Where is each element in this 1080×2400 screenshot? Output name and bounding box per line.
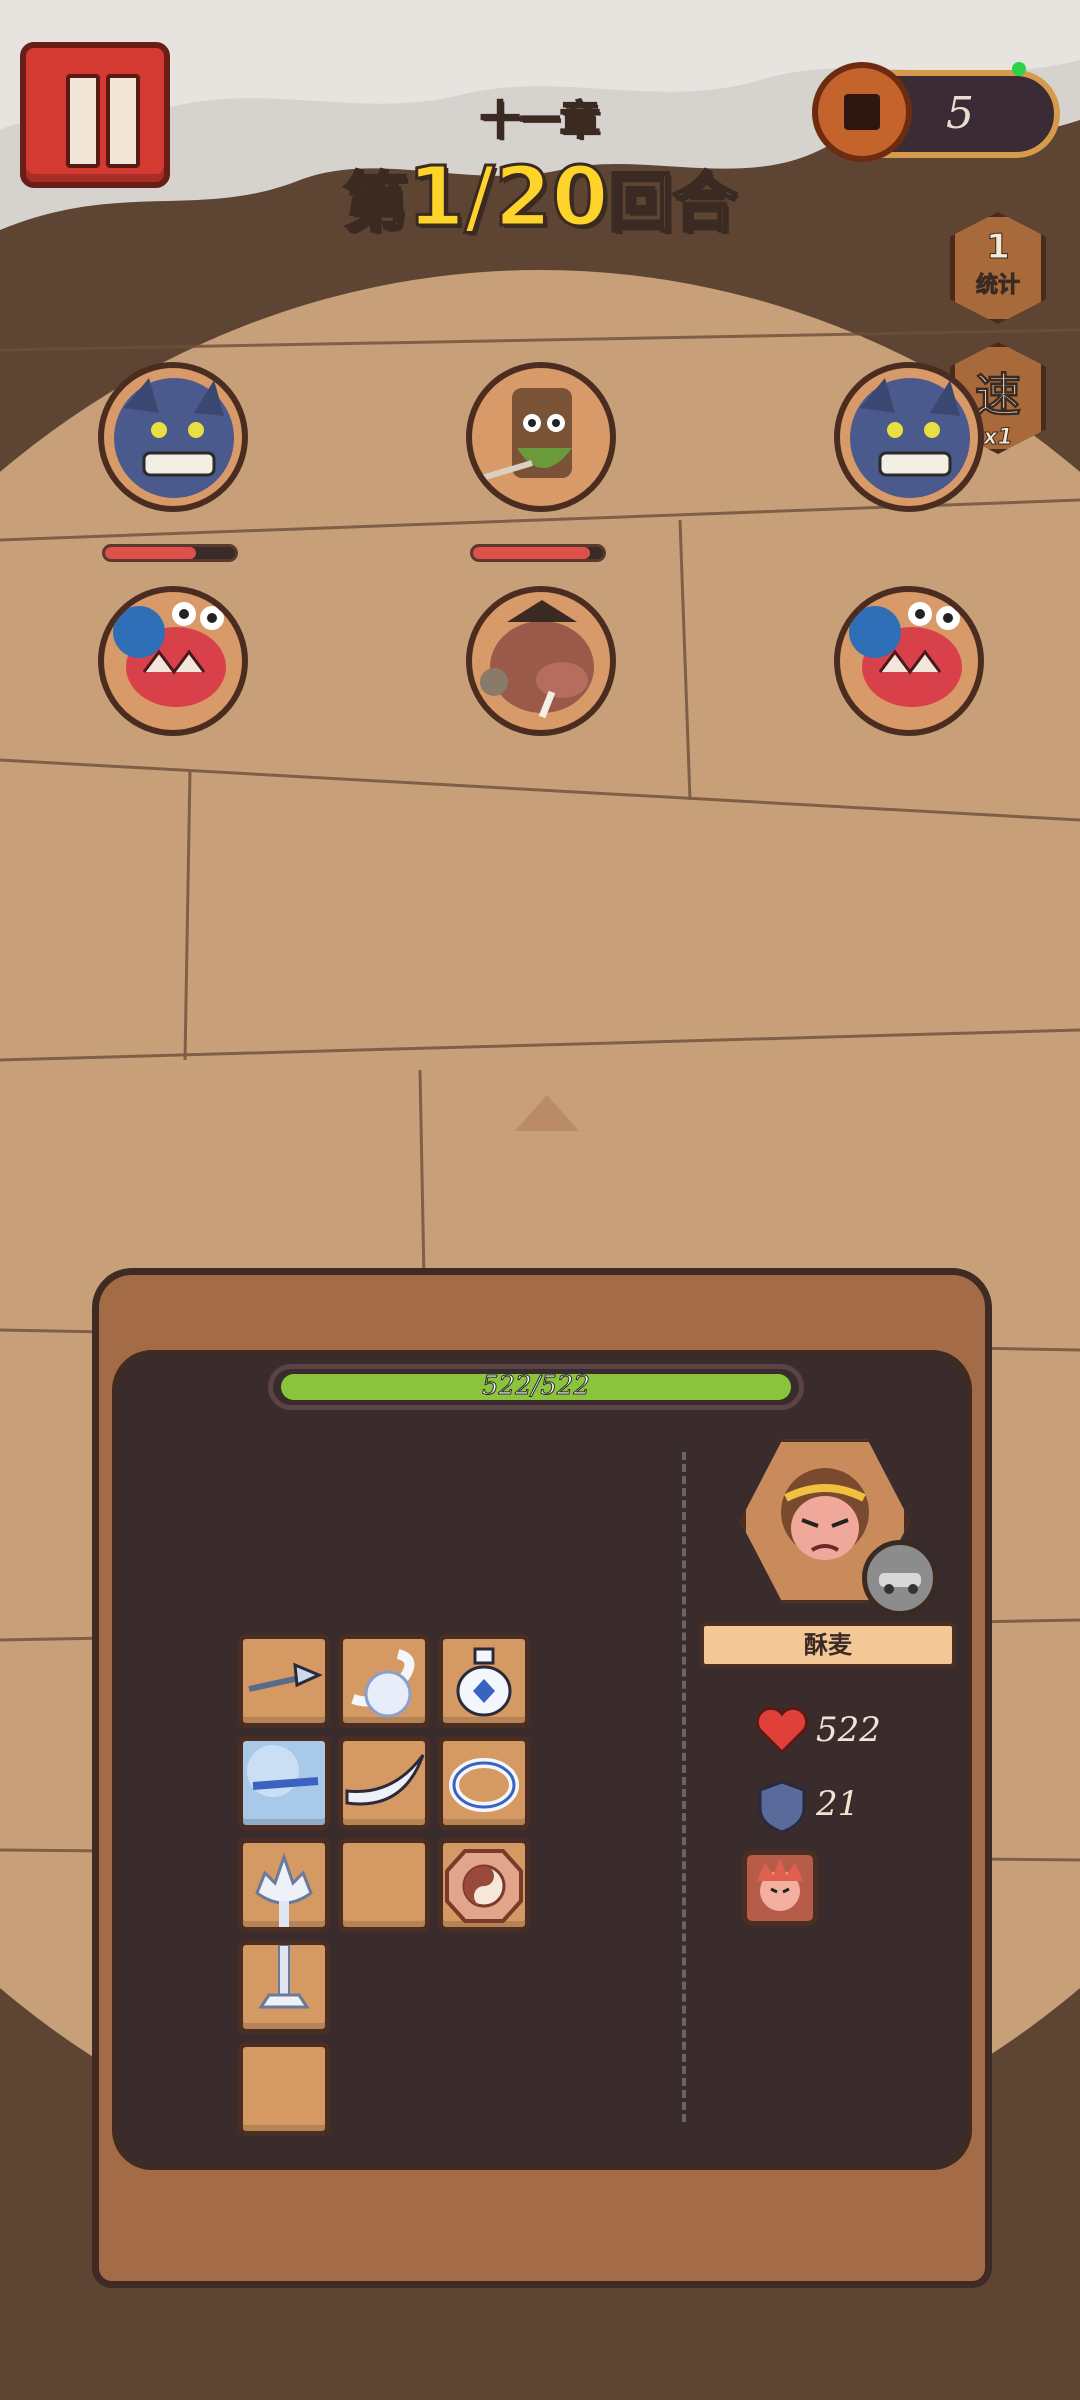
round-number: 1/20 bbox=[406, 149, 610, 247]
enemy-hp-bar bbox=[102, 544, 238, 562]
jade-ring-icon bbox=[449, 1758, 519, 1812]
enemy-crab-fighter[interactable] bbox=[98, 586, 248, 736]
lamp-stand-icon bbox=[258, 1945, 310, 2009]
armor-shield-icon bbox=[756, 1778, 808, 1834]
hero-pet-avatar[interactable] bbox=[862, 1540, 938, 1616]
hero-name: 酥麦 bbox=[804, 1631, 852, 1659]
round-counter: 第1/20回合 bbox=[342, 149, 738, 247]
stats-label: 统计 bbox=[975, 273, 1020, 299]
player-hp-text: 522/522 bbox=[481, 1371, 590, 1402]
panel-divider bbox=[682, 1452, 686, 2122]
rage-face-icon bbox=[757, 1859, 803, 1911]
inventory-slot-lotus[interactable] bbox=[238, 1838, 330, 1932]
health-heart-icon bbox=[754, 1706, 810, 1756]
enemy-wolf-warrior[interactable] bbox=[98, 362, 248, 512]
wolf-icon bbox=[114, 378, 234, 498]
ice-orb-icon bbox=[247, 1745, 319, 1797]
pause-icon bbox=[66, 74, 100, 168]
health-value: 522 bbox=[816, 1710, 881, 1750]
lotus-lamp-icon bbox=[255, 1852, 313, 1927]
inventory-slot-empty[interactable] bbox=[338, 1838, 430, 1932]
rage-skill-button[interactable] bbox=[742, 1850, 818, 1926]
enemy-crab-fighter[interactable] bbox=[834, 586, 984, 736]
enemy-hp-bar bbox=[470, 544, 606, 562]
car-icon bbox=[879, 1573, 921, 1594]
hero-name-plate: 酥麦 bbox=[700, 1622, 956, 1668]
enemy-treant-archer[interactable] bbox=[466, 362, 616, 512]
online-indicator-icon bbox=[1012, 62, 1026, 76]
treant-icon bbox=[481, 388, 572, 481]
taiji-amulet-icon bbox=[445, 1849, 523, 1923]
armor-value: 21 bbox=[816, 1784, 860, 1824]
inventory-slot-ice-orb[interactable] bbox=[238, 1736, 330, 1830]
boar-icon bbox=[480, 600, 594, 719]
inventory-slot-gourd[interactable] bbox=[438, 1634, 530, 1728]
gourd-potion-icon bbox=[456, 1647, 512, 1717]
player-hp-bar: 522/522 bbox=[268, 1364, 804, 1410]
inventory-slot-taiji[interactable] bbox=[438, 1838, 530, 1932]
trident-spear-icon bbox=[248, 1662, 323, 1692]
enemy-hp-fill bbox=[473, 547, 590, 559]
pause-button[interactable] bbox=[20, 42, 170, 188]
coin-count: 5 bbox=[946, 88, 974, 139]
expand-panel-arrow-icon[interactable] bbox=[515, 1095, 579, 1131]
wind-gust-icon bbox=[351, 1649, 415, 1718]
inventory-slot-blade[interactable] bbox=[338, 1736, 430, 1830]
crab-icon bbox=[113, 602, 226, 707]
inventory-slot-wind[interactable] bbox=[338, 1634, 430, 1728]
wolf-icon bbox=[850, 378, 970, 498]
coin-icon bbox=[812, 62, 912, 162]
stats-icon: 1 bbox=[986, 227, 1011, 268]
inventory-slot-lamp-stand[interactable] bbox=[238, 1940, 330, 2034]
enemy-hp-fill bbox=[105, 547, 196, 559]
crab-icon bbox=[849, 602, 962, 707]
enemy-wolf-warrior[interactable] bbox=[834, 362, 984, 512]
curved-blade-icon bbox=[345, 1754, 425, 1806]
chapter-title: 十一章 bbox=[479, 97, 601, 145]
inventory-slot-ring[interactable] bbox=[438, 1736, 530, 1830]
inventory-slot-empty[interactable] bbox=[238, 2042, 330, 2136]
inventory-slot-trident[interactable] bbox=[238, 1634, 330, 1728]
enemy-boar-brute[interactable] bbox=[466, 586, 616, 736]
